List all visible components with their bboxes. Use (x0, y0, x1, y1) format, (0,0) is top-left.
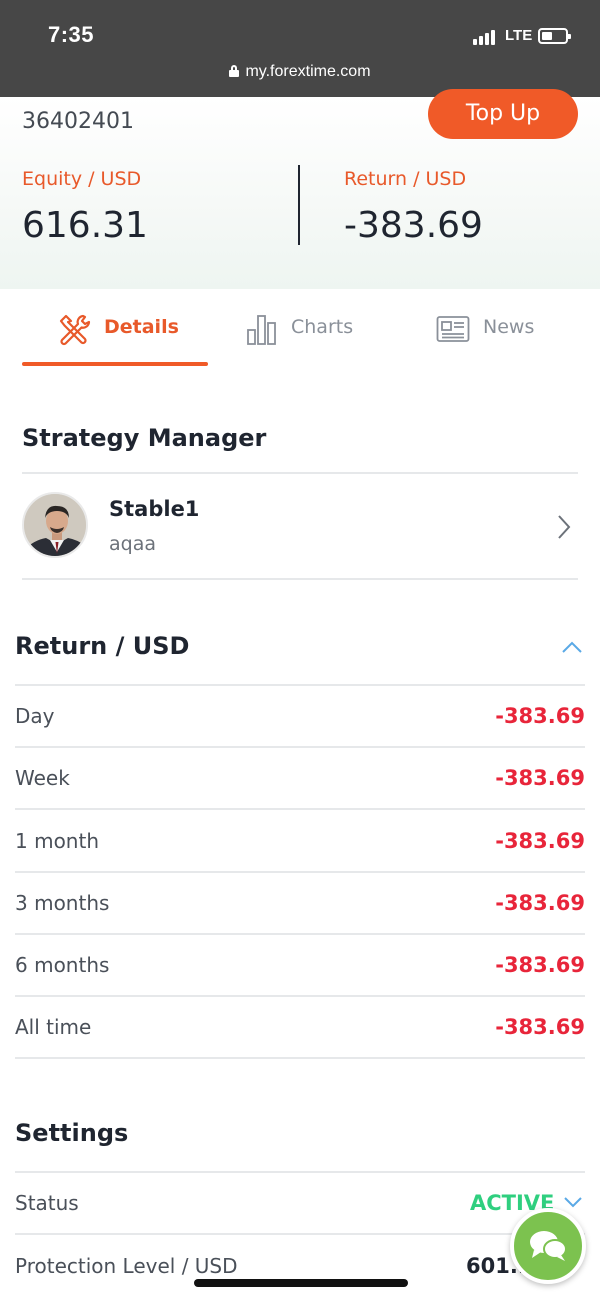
return-label: Return / USD (344, 168, 467, 190)
divider (15, 1057, 585, 1059)
return-period-label: Week (15, 766, 70, 790)
divider (15, 995, 585, 997)
return-period-label: 6 months (15, 953, 110, 977)
chevron-down-icon[interactable] (563, 1196, 583, 1208)
equity-value: 616.31 (22, 205, 148, 246)
return-period-label: 1 month (15, 829, 99, 853)
status-time: 7:35 (48, 22, 95, 47)
status-bar: 7:35 LTE my.forextime.com (0, 0, 600, 97)
manager-name: Stable1 (109, 497, 200, 521)
account-summary: 36402401 Top Up Equity / USD 616.31 Retu… (0, 89, 600, 289)
tab-news-label: News (483, 316, 535, 338)
divider (22, 578, 578, 580)
return-period-label: 3 months (15, 891, 110, 915)
metric-divider (298, 165, 300, 245)
tab-charts-label: Charts (291, 316, 354, 338)
strategy-manager-title: Strategy Manager (22, 424, 267, 452)
return-period-value: -383.69 (495, 829, 585, 853)
divider (15, 808, 585, 810)
tab-details-label: Details (104, 316, 179, 338)
account-number: 36402401 (22, 109, 134, 134)
chevron-up-icon[interactable] (561, 640, 583, 654)
return-period-label: All time (15, 1015, 92, 1039)
equity-label: Equity / USD (22, 168, 142, 190)
bar-chart-icon (247, 315, 276, 345)
status-label: Status (15, 1191, 79, 1215)
chevron-right-icon[interactable] (556, 514, 572, 540)
address-bar[interactable]: my.forextime.com (0, 63, 600, 81)
tools-icon (59, 314, 91, 346)
chat-button[interactable] (510, 1208, 586, 1284)
top-up-button[interactable]: Top Up (428, 89, 578, 139)
newspaper-icon (436, 316, 470, 342)
settings-title: Settings (15, 1119, 129, 1147)
signal-icon (473, 29, 501, 45)
active-tab-indicator (22, 362, 208, 366)
return-period-label: Day (15, 704, 55, 728)
divider (15, 1171, 585, 1173)
chat-icon (530, 1231, 567, 1261)
return-period-value: -383.69 (495, 766, 585, 790)
return-period-value: -383.69 (495, 704, 585, 728)
return-period-value: -383.69 (495, 953, 585, 977)
lock-icon (229, 65, 240, 77)
network-type: LTE (505, 27, 533, 44)
manager-subtitle: aqaa (109, 533, 156, 555)
protection-level-label: Protection Level / USD (15, 1254, 238, 1278)
divider (15, 1233, 585, 1235)
divider (15, 871, 585, 873)
battery-icon (538, 28, 571, 44)
divider (15, 684, 585, 686)
return-value: -383.69 (344, 205, 483, 246)
return-period-value: -383.69 (495, 891, 585, 915)
avatar (22, 492, 88, 558)
address-url: my.forextime.com (245, 63, 371, 80)
divider (15, 746, 585, 748)
returns-section-title: Return / USD (15, 632, 190, 660)
home-indicator[interactable] (194, 1279, 408, 1287)
return-period-value: -383.69 (495, 1015, 585, 1039)
divider (15, 933, 585, 935)
divider (22, 472, 578, 474)
